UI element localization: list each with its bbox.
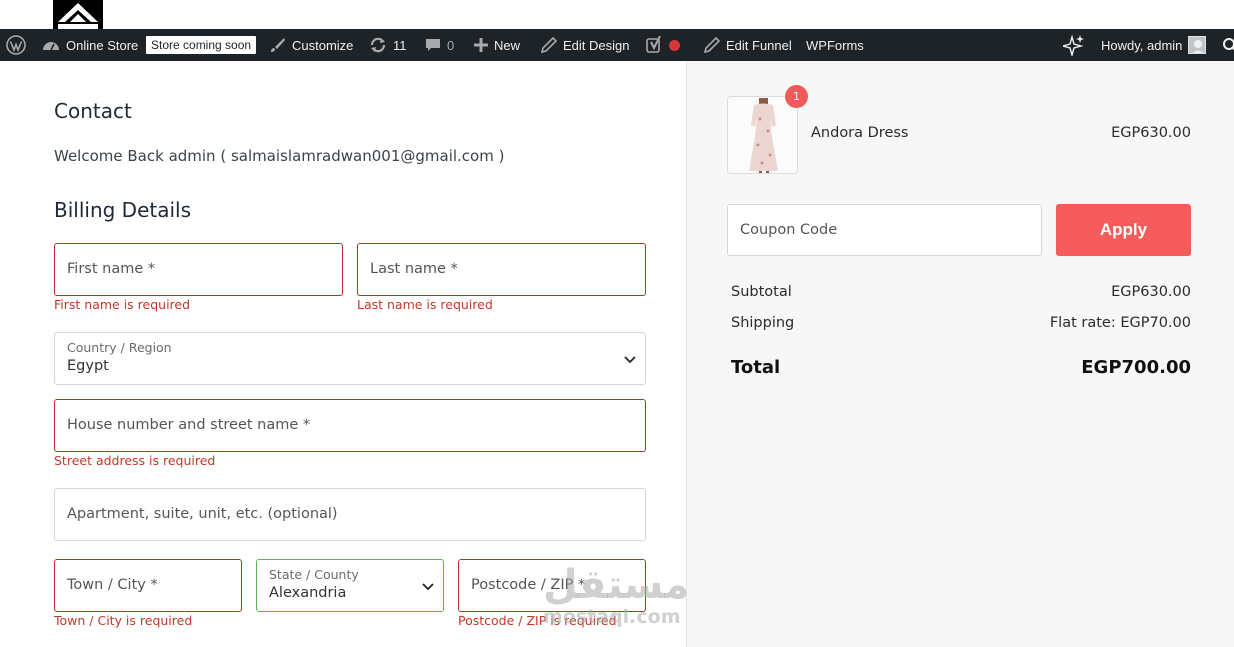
account-menu[interactable]: Howdy, admin (1101, 29, 1207, 61)
total-value: EGP700.00 (1081, 357, 1191, 378)
yoast-icon (646, 36, 661, 53)
store-coming-soon-badge[interactable]: Store coming soon (146, 29, 257, 61)
yoast-seo-menu[interactable] (646, 29, 680, 61)
state-label: State / County (269, 567, 359, 582)
country-select[interactable]: Country / Region Egypt (54, 332, 646, 385)
state-select[interactable]: State / County Alexandria (256, 559, 444, 612)
dashboard-icon (43, 42, 59, 51)
watermark-latin: mostaql.com (543, 606, 681, 628)
first-name-placeholder: First name * (67, 261, 156, 277)
comments-count: 0 (447, 37, 455, 53)
welcome-message: Welcome Back admin ( salmaislamradwan001… (54, 147, 505, 165)
updates-count: 11 (393, 37, 407, 53)
subtotal-value: EGP630.00 (1111, 284, 1191, 300)
apply-coupon-button[interactable]: Apply (1056, 204, 1191, 256)
coupon-placeholder: Coupon Code (740, 222, 838, 238)
subtotal-label: Subtotal (731, 284, 792, 300)
apartment-placeholder: Apartment, suite, unit, etc. (optional) (67, 506, 338, 522)
edit-design-link[interactable]: Edit Design (541, 29, 629, 61)
quantity-badge: 1 (785, 85, 808, 108)
shipping-label: Shipping (731, 315, 795, 331)
comments-link[interactable]: 0 (425, 29, 454, 61)
edit-design-label: Edit Design (563, 37, 630, 53)
country-value: Egypt (67, 358, 109, 374)
edit-funnel-label: Edit Funnel (726, 37, 792, 53)
last-name-placeholder: Last name * (370, 261, 458, 277)
search-button[interactable] (1222, 29, 1234, 61)
brush-icon (271, 37, 285, 52)
coupon-code-input[interactable]: Coupon Code (727, 204, 1042, 256)
site-name: Online Store (66, 37, 139, 53)
updates-link[interactable]: 11 (369, 29, 407, 61)
site-logo[interactable] (53, 0, 103, 29)
new-content-link[interactable]: New (474, 29, 520, 61)
contact-heading: Contact (54, 99, 132, 123)
coming-soon-label: Store coming soon (146, 36, 257, 54)
first-name-error: First name is required (54, 297, 191, 312)
city-error: Town / City is required (54, 613, 193, 628)
street-address-placeholder: House number and street name * (67, 417, 311, 433)
ai-assistant-button[interactable] (1063, 29, 1085, 61)
wordpress-logo-icon[interactable] (6, 29, 26, 61)
product-price: EGP630.00 (1111, 125, 1191, 141)
seo-status-dot (669, 39, 680, 51)
sparkle-icon (1063, 34, 1084, 56)
city-field[interactable]: Town / City * (54, 559, 242, 612)
customize-label: Customize (292, 37, 354, 53)
site-menu[interactable]: Online Store (42, 29, 138, 61)
city-placeholder: Town / City * (67, 577, 158, 593)
state-value: Alexandria (269, 585, 347, 601)
first-name-field[interactable]: First name * (54, 243, 343, 296)
avatar (1188, 36, 1207, 54)
chevron-down-icon (422, 583, 434, 591)
admin-bar: Online Store Store coming soon Customize… (0, 29, 1234, 61)
country-label: Country / Region (67, 340, 172, 355)
chevron-down-icon (624, 356, 636, 364)
apartment-field[interactable]: Apartment, suite, unit, etc. (optional) (54, 488, 646, 541)
refresh-icon (370, 37, 386, 53)
product-name: Andora Dress (811, 125, 909, 141)
total-label: Total (731, 357, 781, 378)
watermark: مستقل mostaql.com (543, 565, 689, 627)
street-address-field[interactable]: House number and street name * (54, 399, 646, 452)
last-name-field[interactable]: Last name * (357, 243, 646, 296)
new-label: New (494, 37, 521, 53)
watermark-arabic: مستقل (543, 562, 690, 608)
search-icon (1223, 38, 1234, 51)
billing-heading: Billing Details (54, 198, 192, 222)
wpforms-link[interactable]: WPForms (806, 29, 864, 61)
street-address-error: Street address is required (54, 453, 216, 468)
comment-icon (426, 39, 440, 51)
last-name-error: Last name is required (357, 297, 493, 312)
wpforms-label: WPForms (806, 37, 864, 53)
howdy-label: Howdy, admin (1101, 37, 1183, 53)
shipping-value: Flat rate: EGP70.00 (1049, 315, 1191, 331)
customize-link[interactable]: Customize (269, 29, 353, 61)
product-thumbnail (727, 96, 798, 174)
pencil-icon (704, 37, 720, 53)
pencil-icon (541, 37, 557, 53)
plus-icon (474, 38, 488, 52)
edit-funnel-link[interactable]: Edit Funnel (704, 29, 792, 61)
